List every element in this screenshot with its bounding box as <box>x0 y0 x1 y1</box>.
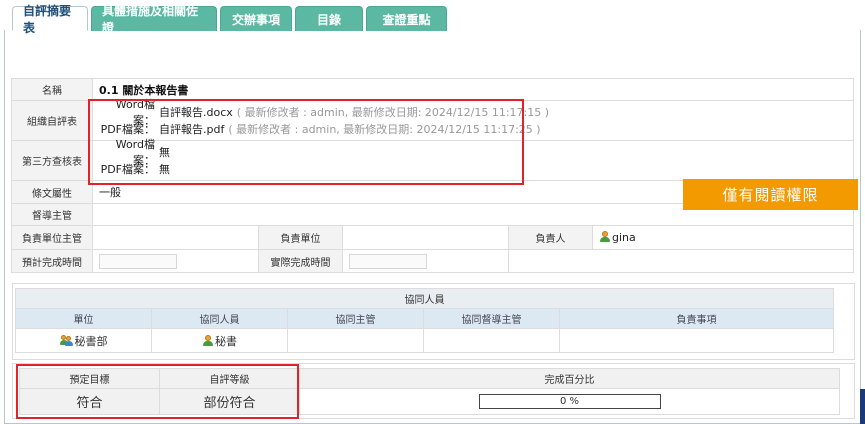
unit-label: 負責單位 <box>258 225 343 250</box>
collab-person-cell: 秘書 <box>151 328 288 353</box>
target-level-highlight-box <box>16 364 299 419</box>
item-title: 0.1 關於本報告書 <box>99 83 189 97</box>
collaborators-section: 協同人員 單位 協同人員 協同主管 協同督導主管 負責事項 秘書部 秘書 <box>12 283 855 360</box>
tab-bar: 自評摘要表 具體措施及相關佐證 交辦事項 目錄 查證重點 <box>12 4 450 35</box>
col-duty: 負責事項 <box>559 308 834 329</box>
supervisor-label: 督導主管 <box>11 203 93 226</box>
owner-value: gina <box>612 231 636 244</box>
percent-label: 完成百分比 <box>299 368 840 389</box>
owner-label: 負責人 <box>508 225 593 250</box>
collaborators-title: 協同人員 <box>15 288 834 309</box>
tab-measures-evidence[interactable]: 具體措施及相關佐證 <box>91 4 217 35</box>
scrollbar-edge[interactable] <box>860 389 865 424</box>
collab-unit-cell: 秘書部 <box>15 328 152 353</box>
tab-self-eval-summary[interactable]: 自評摘要表 <box>12 4 88 35</box>
tab-contents[interactable]: 目錄 <box>295 6 363 31</box>
col-unit: 單位 <box>15 308 152 329</box>
clause-label: 條文屬性 <box>11 180 93 204</box>
collab-supervisor-cell <box>423 328 560 353</box>
actual-date-label: 實際完成時間 <box>258 249 343 273</box>
read-only-badge: 僅有閱讀權限 <box>683 179 858 210</box>
collab-unit-value: 秘書部 <box>74 334 108 348</box>
file-highlight-box <box>88 99 524 185</box>
date-row-filler <box>508 249 854 273</box>
collab-person-value: 秘書 <box>215 334 237 348</box>
collaborators-table: 協同人員 單位 協同人員 協同主管 協同督導主管 負責事項 秘書部 秘書 <box>15 288 834 353</box>
self-eval-label: 組織自評表 <box>11 100 93 141</box>
completion-progress-bar: 0 % <box>478 394 661 409</box>
collab-duty-cell <box>559 328 834 353</box>
col-collab-manager: 協同主管 <box>287 308 424 329</box>
col-collab-supervisor: 協同督導主管 <box>423 308 560 329</box>
user-icon <box>599 231 610 242</box>
third-party-label: 第三方查核表 <box>11 140 93 181</box>
owner-cell: gina <box>592 225 854 250</box>
planned-date-field <box>99 253 177 269</box>
user-icon <box>202 334 213 346</box>
planned-date-label: 預計完成時間 <box>11 249 93 273</box>
col-collab-person: 協同人員 <box>151 308 288 329</box>
tab-assigned-items[interactable]: 交辦事項 <box>220 6 292 31</box>
group-icon <box>59 334 73 346</box>
actual-date-field <box>349 253 427 269</box>
collab-manager-cell <box>287 328 424 353</box>
unit-head-label: 負責單位主管 <box>11 225 93 250</box>
unit-value <box>342 225 509 250</box>
tab-verification-points[interactable]: 查證重點 <box>366 6 447 31</box>
name-label: 名稱 <box>11 78 93 101</box>
unit-head-value <box>92 225 259 250</box>
